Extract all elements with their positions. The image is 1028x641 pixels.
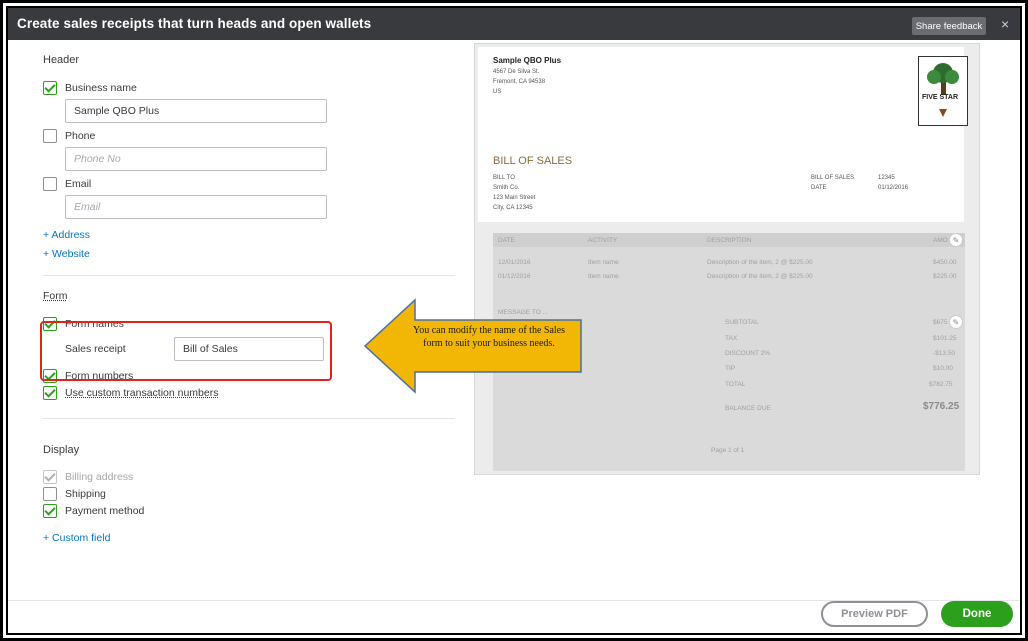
business-name-field[interactable]: Sample QBO Plus [65,99,327,123]
column-header: DESCRIPTION [707,237,752,244]
meta-value: 01/12/2016 [878,185,909,191]
balance-label: BALANCE DUE [725,405,771,412]
preview-company: Sample QBO Plus [493,56,562,65]
add-address-link[interactable]: + Address [43,229,90,241]
logo-text: FIVE STAR [922,94,959,101]
phone-field[interactable]: Phone No [65,147,327,171]
divider [43,275,455,276]
bill-to-label: BILL TO [493,175,515,181]
close-icon[interactable]: × [1001,17,1009,31]
tree-icon [927,63,959,117]
email-field[interactable]: Email [65,195,327,219]
shipping-checkbox[interactable] [43,487,57,501]
table-cell: Description of the item, 2 @ $225.00 [707,273,813,280]
bill-to-line: Smith Co. [493,185,520,191]
page-indicator: Page 1 of 1 [711,447,745,454]
preview-pdf-button[interactable]: Preview PDF [821,601,928,627]
table-cell: Item name [588,273,619,280]
custom-numbers-checkbox[interactable] [43,386,57,400]
preview-doc-title: BILL OF SALES [493,155,573,167]
summary-label: DISCOUNT 2% [725,350,771,357]
custom-numbers-label: Use custom transaction numbers [65,387,219,399]
preview-paper-header: Sample QBO Plus 4567 De Silva St. Fremon… [478,47,968,222]
add-website-link[interactable]: + Website [43,248,90,260]
business-name-label: Business name [65,82,137,94]
receipt-preview: Sample QBO Plus 4567 De Silva St. Fremon… [474,43,980,475]
preview-address-line: US [493,89,502,95]
share-feedback-button[interactable]: Share feedback [912,17,986,35]
company-logo: FIVE STAR [918,56,968,126]
table-cell: 01/12/2016 [498,273,531,280]
add-custom-field-link[interactable]: + Custom field [43,532,110,544]
table-cell: Description of the item, 2 @ $225.00 [707,259,813,266]
edit-pencil-icon[interactable]: ✎ [949,233,963,247]
email-label: Email [65,178,92,190]
preview-address-line: 4567 De Silva St. [493,69,540,75]
business-name-checkbox[interactable] [43,81,57,95]
shipping-label: Shipping [65,488,106,500]
bill-to-line: City, CA 12345 [493,205,533,211]
summary-value: $101.25 [933,335,957,342]
phone-label: Phone [65,130,96,142]
summary-label: SUBTOTAL [725,319,759,326]
summary-value: -$13.50 [933,350,956,357]
summary-label: TAX [725,335,738,342]
column-header: ACTIVITY [588,237,618,244]
table-cell: 12/01/2016 [498,259,531,266]
phone-checkbox[interactable] [43,129,57,143]
payment-method-label: Payment method [65,505,145,517]
done-button[interactable]: Done [941,601,1013,627]
meta-label: DATE [811,185,827,191]
table-cell: $450.00 [933,259,957,266]
billing-address-label: Billing address [65,471,134,483]
title-bar: Create sales receipts that turn heads an… [8,8,1020,40]
form-names-highlight [40,321,332,381]
edit-pencil-icon[interactable]: ✎ [949,315,963,329]
callout-text: You can modify the name of the Sales for… [412,325,565,349]
billing-address-checkbox [43,470,57,484]
summary-label: TIP [725,365,736,372]
preview-address-line: Fremont, CA 94538 [493,79,546,85]
meta-value: 12345 [878,175,895,181]
summary-value: $782.75 [929,381,953,388]
summary-value: $10.00 [933,365,953,372]
table-cell: Item name [588,259,619,266]
column-header: DATE [498,237,515,244]
email-checkbox[interactable] [43,177,57,191]
meta-label: BILL OF SALES [811,175,855,181]
window-title: Create sales receipts that turn heads an… [17,16,372,31]
modal-window: Create sales receipts that turn heads an… [6,6,1022,635]
divider [43,418,455,419]
form-section-title: Form [43,290,68,302]
header-section-title: Header [43,54,80,66]
column-header: AMO [933,237,948,244]
summary-label: TOTAL [725,381,746,388]
payment-method-checkbox[interactable] [43,504,57,518]
display-section-title: Display [43,444,80,456]
table-cell: $225.00 [933,273,957,280]
balance-value: $776.25 [923,401,960,412]
summary-value: $675 [933,319,948,326]
bill-to-line: 123 Main Street [493,195,536,201]
